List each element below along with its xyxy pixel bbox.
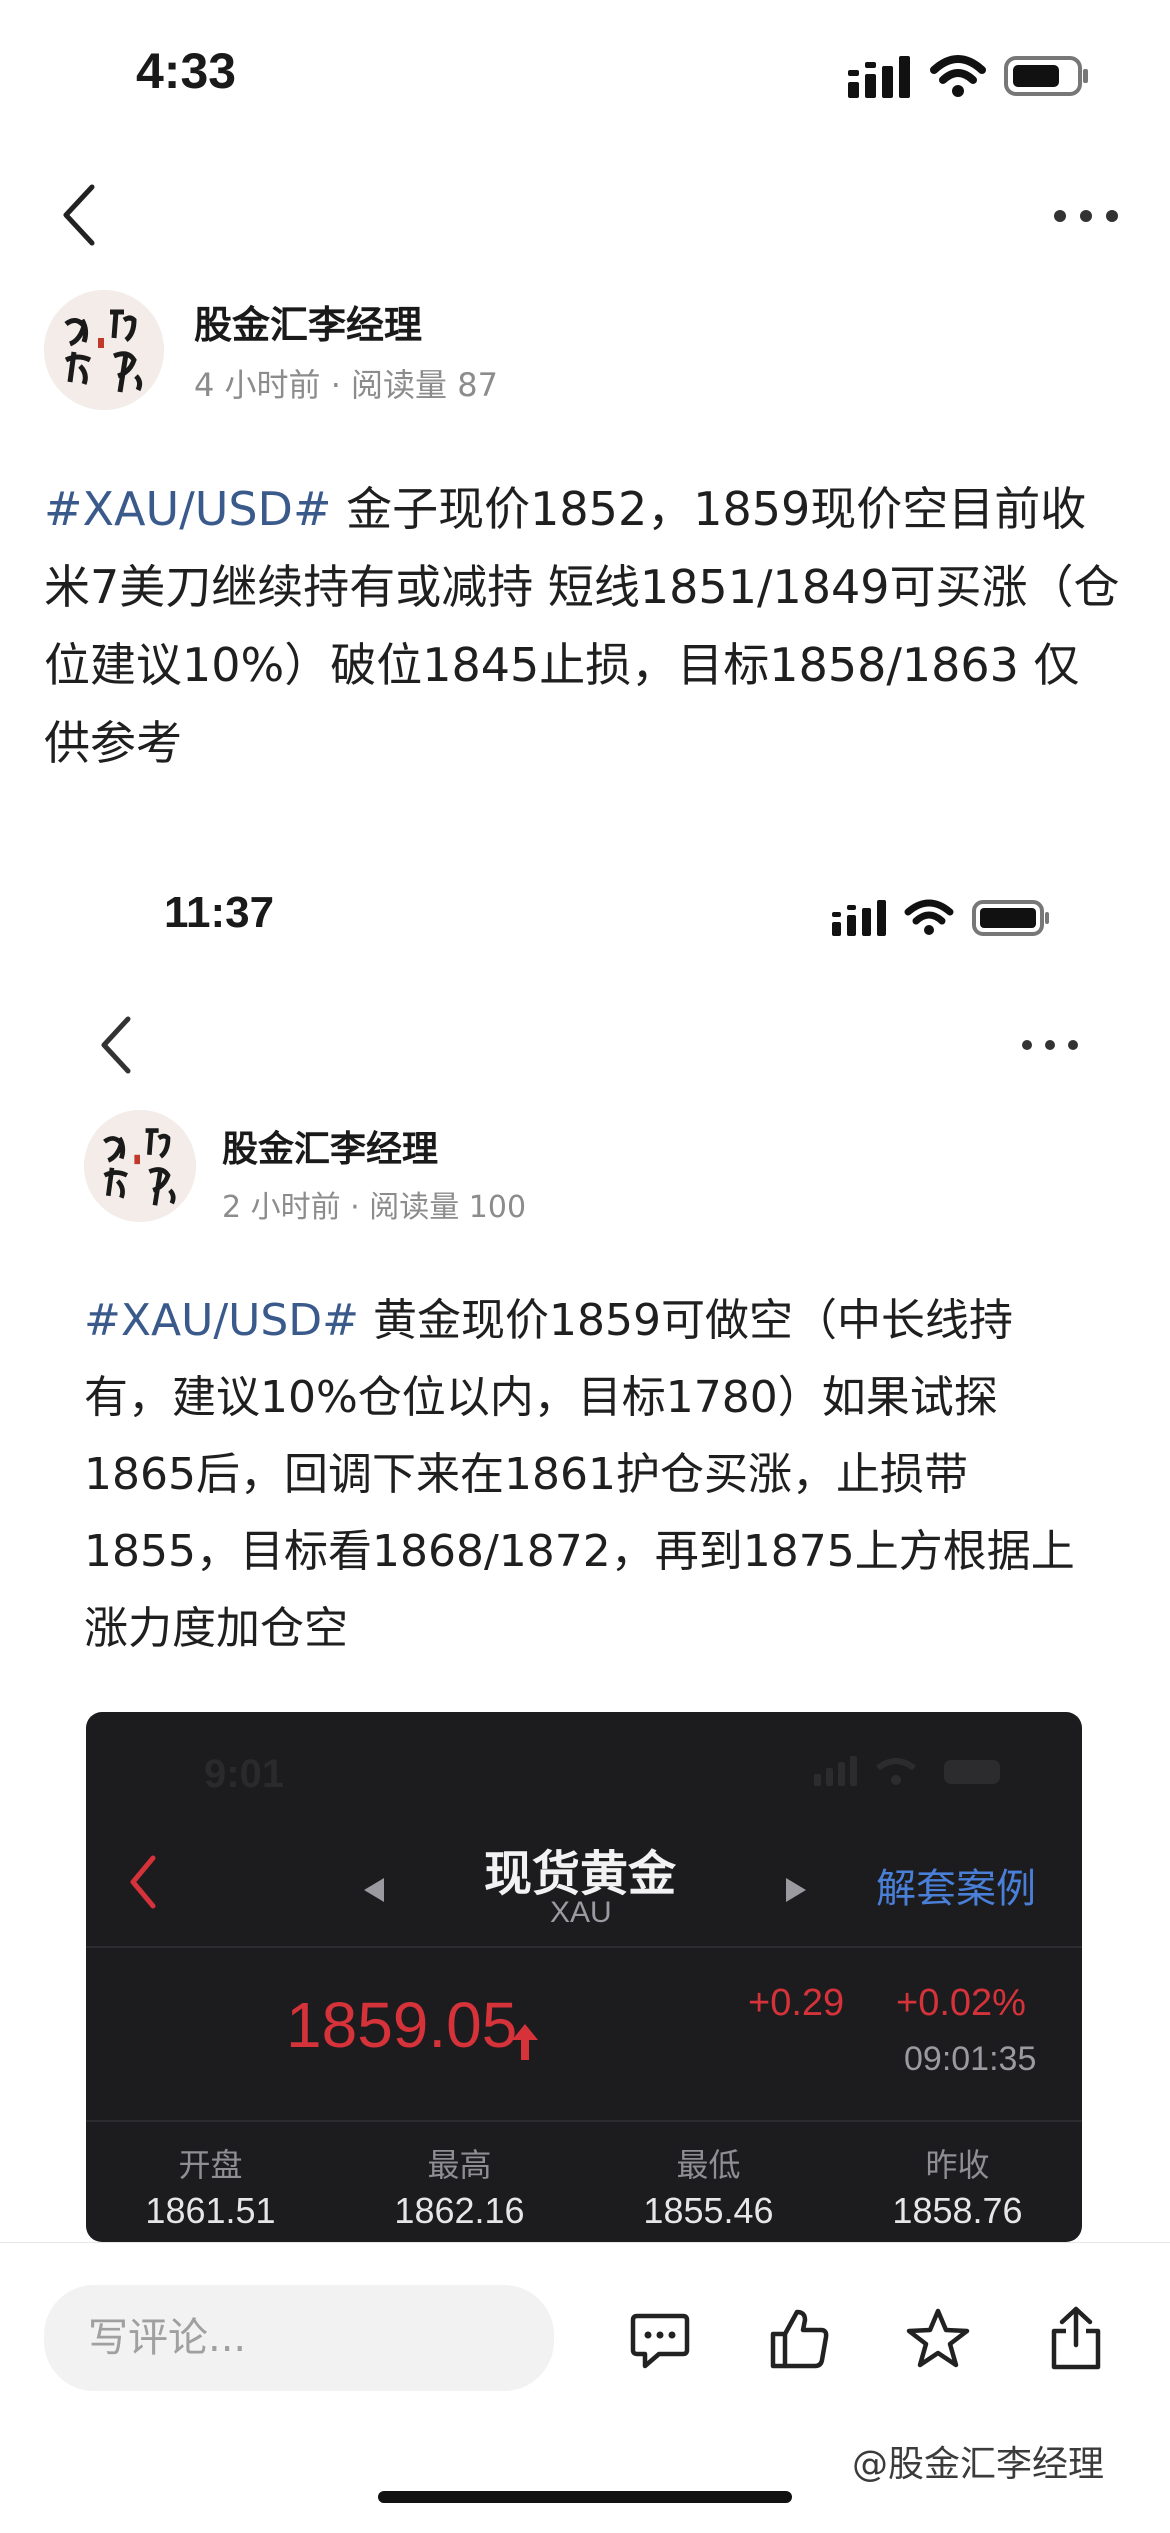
- share-button[interactable]: [1036, 2297, 1116, 2379]
- next-arrow-icon: [784, 1876, 814, 1906]
- embedded-post-body: #XAU/USD# 黄金现价1859可做空（中长线持有，建议10%仓位以内，目标…: [84, 1282, 1084, 1667]
- status-time: 4:33: [136, 43, 237, 99]
- stat-label: 昨收: [925, 2146, 990, 2184]
- more-dots-icon: [1054, 210, 1118, 222]
- embedded-author-name: 股金汇李经理: [222, 1129, 439, 1170]
- post-body: #XAU/USD# 金子现价1852，1859现价空目前收米7美刀继续持有或减持…: [44, 470, 1124, 782]
- quote-change-pct: +0.02%: [896, 1982, 1026, 2024]
- more-button[interactable]: [1048, 196, 1124, 236]
- stat-prev-close: 昨收 1858.76: [833, 2130, 1082, 2240]
- price-up-arrow-icon: [510, 2022, 540, 2062]
- favorite-button[interactable]: [898, 2299, 978, 2379]
- embedded-wifi-icon: [904, 898, 954, 936]
- like-icon: [770, 2309, 829, 2369]
- quote-subtitle: XAU: [550, 1896, 612, 1929]
- embedded-author-avatar: [84, 1110, 196, 1222]
- author-name[interactable]: 股金汇李经理: [194, 294, 422, 349]
- stat-value: 1855.46: [643, 2190, 774, 2231]
- embedded-post-body-text: 黄金现价1859可做空（中长线持有，建议10%仓位以内，目标1780）如果试探1…: [84, 1295, 1075, 1654]
- quote-timestamp: 09:01:35: [904, 2040, 1037, 2078]
- home-indicator: [378, 2491, 792, 2503]
- watermark: @股金汇李经理: [852, 2444, 1105, 2485]
- quote-status-icons: [814, 1756, 1034, 1786]
- quote-back-button: [122, 1852, 162, 1912]
- quote-right-link: 解套案例: [876, 1866, 1036, 1912]
- embedded-post-meta: 2 小时前 · 阅读量 100: [222, 1190, 527, 1225]
- quote-card-image[interactable]: 9:01 现货黄金 XAU 解套案例 1859.05 +0.29 +0.02% …: [86, 1712, 1082, 2242]
- chevron-left-icon: [130, 1855, 156, 1909]
- embedded-more-button: [1018, 1030, 1082, 1060]
- signal-icon: [848, 56, 912, 98]
- quote-change: +0.29: [748, 1982, 845, 2024]
- comment-button[interactable]: [620, 2303, 700, 2379]
- embedded-signal-icon: [832, 900, 888, 936]
- quote-stats-divider: [86, 2120, 1082, 2122]
- stat-label: 最低: [676, 2146, 741, 2184]
- stat-value: 1858.76: [892, 2190, 1023, 2231]
- embedded-status-time: 11:37: [164, 888, 275, 937]
- quote-title: 现货黄金: [484, 1846, 677, 1902]
- battery-icon: [1004, 54, 1090, 98]
- quote-price: 1859.05: [286, 1989, 518, 2061]
- comment-icon: [630, 2313, 690, 2369]
- stat-high: 最高 1862.16: [335, 2130, 584, 2240]
- post-meta: 4 小时前 · 阅读量 87: [194, 366, 498, 404]
- calligraphy-avatar-icon: [84, 1110, 196, 1222]
- wifi-icon: [930, 54, 986, 98]
- stat-value: 1862.16: [394, 2190, 525, 2231]
- stat-label: 开盘: [178, 2146, 243, 2184]
- hashtag-link[interactable]: #XAU/USD#: [44, 482, 332, 536]
- quote-stats-row: 开盘 1861.51 最高 1862.16 最低 1855.46 昨收 1858…: [86, 2130, 1082, 2240]
- stat-label: 最高: [427, 2146, 492, 2184]
- calligraphy-avatar-icon: [44, 290, 164, 410]
- author-avatar[interactable]: [44, 290, 164, 410]
- star-icon: [906, 2308, 970, 2368]
- chevron-left-icon: [63, 184, 95, 246]
- embedded-battery-icon: [972, 898, 1052, 938]
- embedded-hashtag: #XAU/USD#: [84, 1295, 360, 1346]
- like-button[interactable]: [760, 2299, 840, 2379]
- bottom-action-bar: 写评论... @股金汇李经理: [0, 2242, 1170, 2533]
- share-icon: [1051, 2306, 1101, 2370]
- stat-open: 开盘 1861.51: [86, 2130, 335, 2240]
- stat-low: 最低 1855.46: [584, 2130, 833, 2240]
- embedded-back-button: [90, 1010, 140, 1080]
- quote-status-time: 9:01: [204, 1752, 285, 1796]
- back-button[interactable]: [48, 180, 108, 250]
- quote-divider: [86, 1946, 1082, 1948]
- comment-input[interactable]: 写评论...: [44, 2285, 554, 2391]
- prev-arrow-icon: [362, 1876, 392, 1906]
- stat-value: 1861.51: [145, 2190, 276, 2231]
- more-dots-icon: [1022, 1040, 1078, 1050]
- chevron-left-icon: [101, 1016, 131, 1074]
